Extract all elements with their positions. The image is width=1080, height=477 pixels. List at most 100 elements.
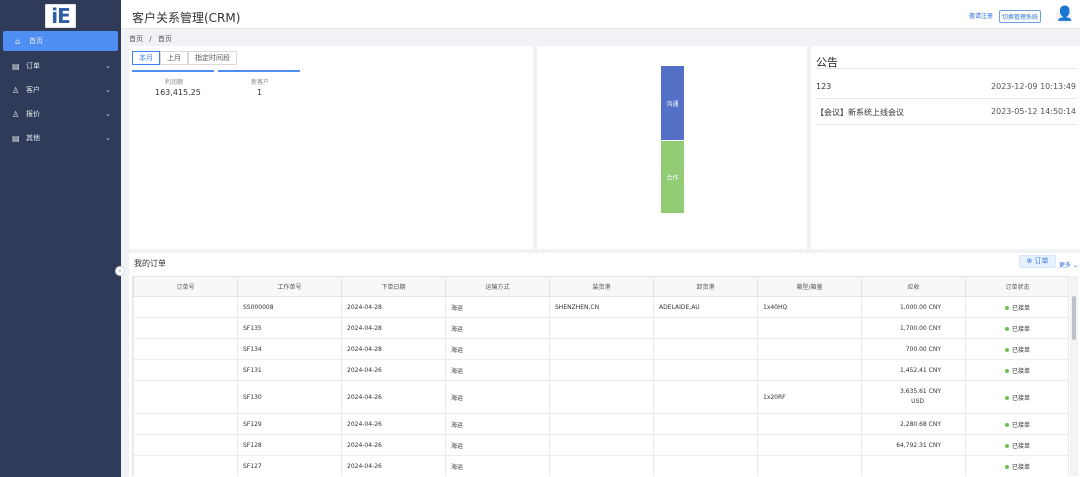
breadcrumb: 首页 / 首页	[129, 34, 172, 44]
receivable: 1,452.41 CNY	[861, 359, 966, 381]
discharge-port: ADELAIDE,AU	[653, 296, 758, 318]
work-no: SF131	[237, 359, 342, 381]
tab-this-month[interactable]: 本月	[132, 51, 160, 65]
table-row[interactable]: SF134 2024-04-28 海运 700.00 CNY 已接单	[133, 338, 1068, 360]
loading-port	[549, 413, 654, 435]
status-text: 已接单	[1012, 325, 1031, 333]
switch-system-button[interactable]: 切换管理系统	[999, 10, 1042, 23]
announcement-item[interactable]: 123 2023-12-09 10:13:49	[816, 82, 1076, 91]
table-row[interactable]: SF128 2024-04-26 海运 64,792.31 CNY 已接单	[133, 434, 1068, 456]
container-info	[757, 413, 862, 435]
table-row[interactable]: SF129 2024-04-26 海运 2,280.68 CNY 已接单	[133, 413, 1068, 435]
tab-custom-period[interactable]: 指定时间段	[188, 51, 237, 65]
order-no	[133, 380, 238, 414]
receivable: 64,792.31 CNY	[861, 434, 966, 456]
container-info	[757, 338, 862, 360]
order-date: 2024-04-28	[341, 338, 446, 360]
add-order-label: 订单	[1034, 257, 1049, 265]
avatar[interactable]: 👤	[1056, 6, 1073, 23]
breadcrumb-root[interactable]: 首页	[129, 35, 143, 43]
sidebar-item-label: 客户	[26, 86, 40, 94]
status-text: 已接单	[1012, 346, 1031, 354]
column-header: 订单状态	[965, 276, 1068, 297]
announcement-time: 2023-05-12 14:50:14	[991, 107, 1076, 116]
summary-panel	[129, 46, 533, 249]
orders-title: 我的订单	[134, 259, 166, 268]
other-icon: ▤	[12, 133, 20, 143]
transport-mode: 海运	[445, 380, 550, 414]
period-tabs: 本月 上月 指定时间段	[132, 51, 237, 65]
more-label: 更多	[1059, 262, 1072, 269]
table-row[interactable]: SF131 2024-04-26 海运 1,452.41 CNY 已接单	[133, 359, 1068, 381]
sidebar-item-home[interactable]: ⌂ 首页	[3, 31, 118, 51]
order-no	[133, 296, 238, 318]
invite-register-link[interactable]: 邀请注册	[969, 11, 993, 20]
order-status: 已接单	[965, 296, 1068, 318]
discharge-port	[653, 317, 758, 339]
tab-last-month[interactable]: 上月	[160, 51, 188, 65]
table-row[interactable]: SF130 2024-04-26 海运 1x20RF 3,635.61 CNY USD 已接…	[133, 380, 1068, 414]
status-text: 已接单	[1012, 394, 1031, 402]
sidebar-item-label: 其他	[26, 134, 40, 142]
receivable: 700.00 CNY	[861, 338, 966, 360]
add-order-button[interactable]: ⊕ 订单	[1019, 255, 1056, 268]
column-header: 运输方式	[445, 276, 550, 297]
sidebar-item-label: 报价	[26, 110, 40, 118]
sidebar-item-label: 首页	[29, 37, 43, 45]
new-customer-value: 1	[257, 88, 263, 97]
sidebar-item-quotes[interactable]: ♙ 报价 ⌄	[0, 104, 121, 124]
sidebar-item-other[interactable]: ▤ 其他 ⌄	[0, 128, 121, 148]
status-text: 已接单	[1012, 421, 1031, 429]
status-text: 已接单	[1012, 463, 1031, 471]
discharge-port	[653, 455, 758, 476]
collapse-sidebar-button[interactable]: ‹	[115, 266, 125, 276]
discharge-port	[653, 338, 758, 360]
container-info	[757, 359, 862, 381]
announcement-text: 123	[816, 82, 832, 91]
transport-mode: 海运	[445, 338, 550, 360]
order-no	[133, 317, 238, 339]
order-date: 2024-04-26	[341, 455, 446, 476]
loading-port	[549, 380, 654, 414]
chevron-down-icon: ⌄	[1072, 262, 1078, 269]
work-no: SF134	[237, 338, 342, 360]
scrollbar-thumb[interactable]	[1072, 296, 1076, 340]
transport-mode: 海运	[445, 434, 550, 456]
order-no	[133, 359, 238, 381]
receivable-multi-currency: 3,635.61 CNY USD	[861, 380, 966, 414]
column-header: 订单号	[133, 276, 238, 297]
table-row[interactable]: SF127 2024-04-26 海运 已接单	[133, 455, 1068, 476]
order-status: 已接单	[965, 434, 1068, 456]
loading-port	[549, 317, 654, 339]
announcement-divider	[816, 68, 1076, 69]
more-orders-link[interactable]: 更多 ⌄	[1059, 260, 1078, 269]
order-no	[133, 434, 238, 456]
column-header: 应收	[861, 276, 966, 297]
sidebar-item-orders[interactable]: ▤ 订单 ⌄	[0, 56, 121, 76]
container-info	[757, 455, 862, 476]
announcement-time: 2023-12-09 10:13:49	[991, 82, 1076, 91]
loading-port	[549, 359, 654, 381]
table-row[interactable]: SS000008 2024-04-28 海运 SHENZHEN,CN ADELAIDE,…	[133, 296, 1068, 318]
bar-label-cooperation: 合作	[666, 175, 679, 182]
sidebar-item-customers[interactable]: ♙ 客户 ⌄	[0, 80, 121, 100]
announcement-item[interactable]: 【会议】新系统上线会议 2023-05-12 14:50:14	[816, 107, 1076, 118]
table-row[interactable]: SF135 2024-04-28 海运 1,700.00 CNY 已接单	[133, 317, 1068, 339]
transport-mode: 海运	[445, 359, 550, 381]
order-status: 已接单	[965, 317, 1068, 339]
transport-mode: 海运	[445, 317, 550, 339]
order-no	[133, 455, 238, 476]
discharge-port	[653, 434, 758, 456]
discharge-port	[653, 413, 758, 435]
sidebar: iE ⌂ 首页 ▤ 订单 ⌄ ♙ 客户 ⌄ ♙ 报价 ⌄ ▤ 其他 ⌄	[0, 0, 121, 477]
status-dot-icon	[1005, 465, 1009, 469]
profit-value: 163,415.25	[155, 88, 201, 97]
transport-mode: 海运	[445, 455, 550, 476]
order-date: 2024-04-26	[341, 434, 446, 456]
work-no: SF127	[237, 455, 342, 476]
work-no: SF128	[237, 434, 342, 456]
new-customer-underline	[218, 70, 300, 72]
bar-segment-cooperation: 合作	[661, 141, 684, 213]
status-text: 已接单	[1012, 442, 1031, 450]
column-header: 工作单号	[237, 276, 342, 297]
